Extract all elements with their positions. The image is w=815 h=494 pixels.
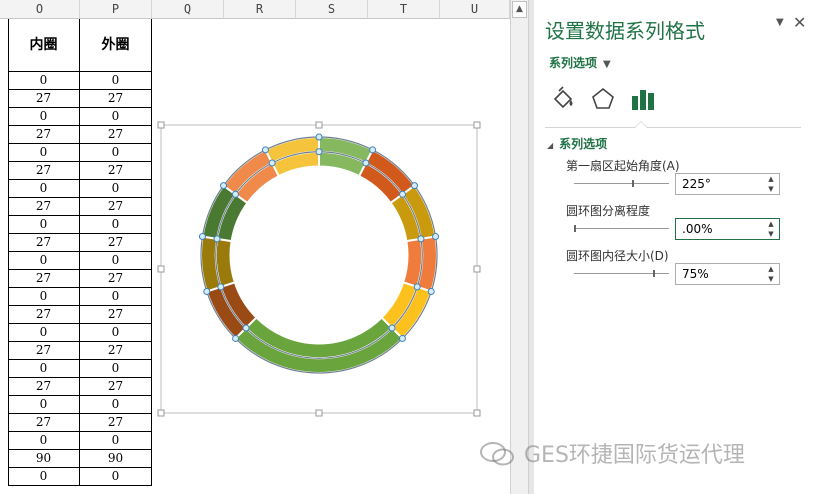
hole-size-slider-thumb[interactable]	[653, 270, 656, 277]
selection-handle[interactable]	[398, 334, 406, 342]
selection-handle[interactable]	[362, 159, 370, 167]
first-slice-angle-slider-thumb[interactable]	[631, 180, 634, 187]
selection-handle[interactable]	[410, 182, 418, 190]
chart-resize-handle[interactable]	[473, 409, 481, 417]
section-header-series-options[interactable]: ◢ 系列选项	[547, 135, 607, 152]
selection-handle[interactable]	[432, 233, 440, 241]
chart-resize-handle[interactable]	[157, 265, 165, 273]
selection-handle[interactable]	[217, 283, 225, 291]
effects-pentagon-icon[interactable]	[590, 85, 616, 113]
spin-up-icon[interactable]: ▲	[763, 264, 779, 274]
doughnut-chart[interactable]	[0, 0, 510, 494]
series-options-dropdown-label: 系列选项	[549, 56, 598, 70]
selection-handle[interactable]	[315, 133, 323, 141]
selection-handle[interactable]	[213, 235, 221, 243]
chevron-down-icon: ▼	[603, 59, 611, 70]
hole-size-input[interactable]	[676, 264, 760, 284]
watermark: GES环捷国际货运代理	[524, 443, 745, 468]
fill-line-icon[interactable]	[550, 85, 576, 113]
selection-handle[interactable]	[242, 324, 250, 332]
spin-down-icon[interactable]: ▼	[763, 274, 779, 284]
explosion-slider[interactable]	[574, 225, 669, 232]
spin-up-icon[interactable]: ▲	[763, 219, 779, 229]
chart-resize-handle[interactable]	[473, 265, 481, 273]
selection-handle[interactable]	[268, 159, 276, 167]
selection-handle[interactable]	[232, 334, 240, 342]
tab-divider	[545, 127, 801, 128]
chart-resize-handle[interactable]	[315, 121, 323, 129]
hole-size-label: 圆环图内径大小(D)	[566, 249, 669, 263]
selection-handle[interactable]	[315, 148, 323, 156]
vertical-scrollbar[interactable]: ▲	[510, 0, 528, 494]
first-slice-angle-spinner[interactable]: ▲▼	[675, 173, 780, 195]
first-slice-angle-input[interactable]	[676, 174, 760, 194]
selection-handle[interactable]	[388, 324, 396, 332]
wechat-logo-icon	[480, 442, 514, 466]
selection-handle[interactable]	[417, 235, 425, 243]
explosion-spinner[interactable]: ▲▼	[675, 218, 780, 240]
selection-handle[interactable]	[231, 190, 239, 198]
format-data-series-pane: 设置数据系列格式 ▼ ✕ 系列选项▼ ◢系列选项 第一扇区起始角度(A) ▲▼ …	[534, 0, 815, 494]
selection-handle[interactable]	[203, 287, 211, 295]
collapse-triangle-icon: ◢	[547, 141, 554, 150]
chart-resize-handle[interactable]	[473, 121, 481, 129]
first-slice-angle-slider[interactable]	[574, 180, 669, 187]
selection-handle[interactable]	[413, 283, 421, 291]
explosion-input[interactable]	[676, 219, 760, 239]
pane-title: 设置数据系列格式	[545, 19, 705, 43]
chart-resize-handle[interactable]	[315, 409, 323, 417]
selection-handle[interactable]	[369, 146, 377, 154]
hole-size-slider[interactable]	[574, 270, 669, 277]
series-options-dropdown[interactable]: 系列选项 ▼	[549, 54, 611, 71]
explosion-label: 圆环图分离程度	[566, 204, 651, 218]
first-slice-angle-label: 第一扇区起始角度(A)	[566, 159, 680, 173]
spin-up-icon[interactable]: ▲	[763, 174, 779, 184]
spin-down-icon[interactable]: ▼	[763, 184, 779, 194]
series-options-bars-icon[interactable]	[630, 85, 656, 113]
selection-handle[interactable]	[399, 190, 407, 198]
selection-handle[interactable]	[261, 146, 269, 154]
spin-down-icon[interactable]: ▼	[763, 229, 779, 239]
selection-handle[interactable]	[220, 182, 228, 190]
worksheet[interactable]: O P Q R S T U 内圈 外圈 0 0 27 27 0 0 27 27 0 0 27 27 0 0 27…	[0, 0, 510, 494]
explosion-slider-thumb[interactable]	[574, 225, 576, 232]
chart-resize-handle[interactable]	[157, 409, 165, 417]
active-tab-pointer-fill	[635, 122, 647, 128]
chart-resize-handle[interactable]	[157, 121, 165, 129]
selection-handle[interactable]	[198, 233, 206, 241]
hole-size-spinner[interactable]: ▲▼	[675, 263, 780, 285]
selection-handle[interactable]	[427, 287, 435, 295]
pane-options-dropdown-icon[interactable]: ▼	[776, 17, 784, 28]
close-icon[interactable]: ✕	[793, 13, 806, 32]
scroll-up-arrow-icon[interactable]: ▲	[512, 1, 527, 18]
section-title: 系列选项	[559, 137, 608, 151]
